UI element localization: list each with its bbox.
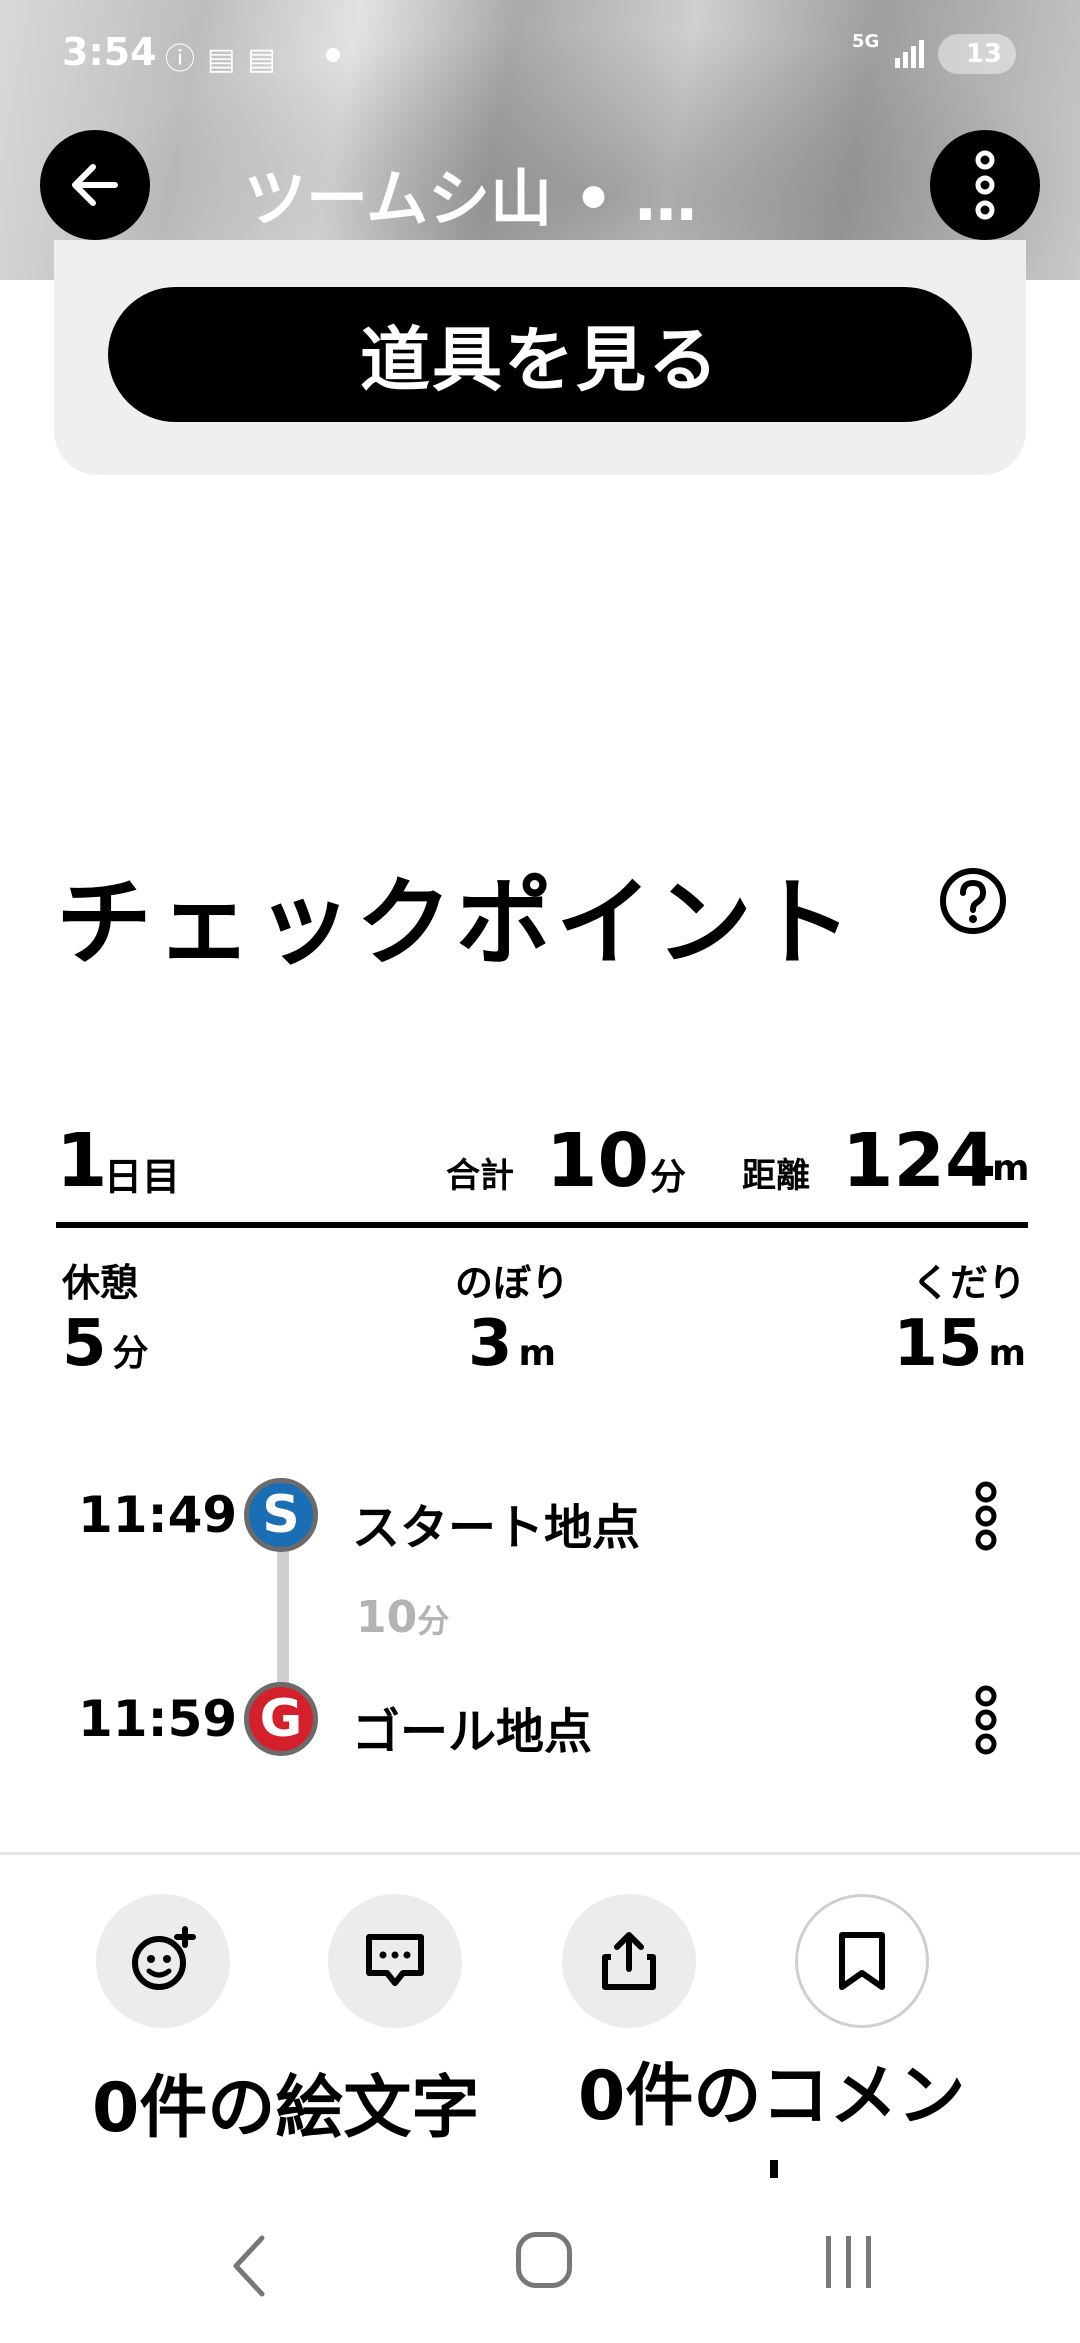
ascent-stat: のぼり 3m — [455, 1252, 569, 1381]
comment-count: 0件のコメン — [578, 2057, 966, 2136]
system-back-icon[interactable] — [220, 2226, 280, 2306]
info-icon: ⓘ — [165, 42, 195, 77]
comment-icon — [366, 1934, 424, 1986]
rest-value: 5 — [62, 1307, 107, 1381]
page-title: ツームシ山 • … — [244, 162, 697, 235]
ascent-unit: m — [518, 1333, 557, 1374]
distance-unit: m — [992, 1148, 1030, 1189]
battery-indicator: 13 — [938, 34, 1016, 74]
signal-icon — [895, 40, 924, 68]
bookmark-button[interactable] — [795, 1894, 929, 2028]
emoji-count: 0件の絵文字 — [92, 2069, 480, 2148]
checkpoint-title: チェックポイント — [56, 867, 856, 979]
ascent-label: のぼり — [455, 1261, 570, 1305]
checkpoint-name: スタート地点 — [352, 1500, 641, 1556]
more-vertical-icon[interactable] — [966, 1676, 1006, 1766]
rest-unit: 分 — [112, 1333, 149, 1374]
total-time-label: 合計 — [446, 1156, 514, 1196]
rest-label: 休憩 — [62, 1261, 139, 1305]
descent-unit: m — [988, 1333, 1026, 1374]
status-time: 3:54 — [62, 30, 157, 74]
descent-label: くだり — [911, 1261, 1026, 1305]
share-icon — [602, 1932, 656, 1990]
segment-duration-unit: 分 — [417, 1602, 450, 1640]
system-recent-apps-icon[interactable] — [822, 2232, 876, 2292]
total-time-value: 10 — [546, 1118, 649, 1204]
total-time-unit: 分 — [650, 1157, 687, 1198]
question-circle-icon[interactable] — [938, 866, 1008, 936]
start-badge-icon: S — [244, 1478, 318, 1552]
more-menu-button[interactable] — [930, 130, 1040, 240]
rest-stat: 休憩 5分 — [62, 1252, 149, 1381]
ascent-value: 3 — [467, 1307, 513, 1381]
descent-value: 15 — [893, 1307, 983, 1381]
checkpoint-name: ゴール地点 — [352, 1704, 593, 1760]
status-bar: 3:54 ⓘ ▤ ▤ 5G 13 — [0, 0, 1080, 110]
summary-divider — [56, 1222, 1028, 1228]
checkpoint-time: 11:49 — [78, 1486, 238, 1544]
checkpoint-row-goal[interactable]: 11:59 G ゴール地点 — [0, 1676, 1080, 1766]
truncated-text-fragment — [770, 2160, 778, 2178]
view-gear-button[interactable]: 道具を見る — [108, 287, 972, 422]
battery-level: 13 — [965, 39, 1002, 69]
share-button[interactable] — [562, 1894, 696, 2028]
distance-value: 124 — [842, 1118, 997, 1204]
checkpoint-time: 11:59 — [78, 1690, 238, 1748]
header-banner: 3:54 ⓘ ▤ ▤ 5G 13 — [0, 0, 1080, 280]
add-emoji-button[interactable] — [96, 1894, 230, 2028]
day-number: 1 — [56, 1118, 108, 1204]
descent-stat: くだり 15 m — [893, 1252, 1026, 1381]
day-unit: 日目 — [104, 1155, 181, 1199]
more-vertical-icon[interactable] — [966, 1472, 1006, 1562]
comment-button[interactable] — [328, 1894, 462, 2028]
add-emoji-icon — [132, 1926, 196, 1990]
back-button[interactable] — [40, 130, 150, 240]
network-label: 5G — [852, 31, 880, 52]
checkpoint-row-start[interactable]: 11:49 S スタート地点 — [0, 1472, 1080, 1562]
segment-duration-value: 10 — [356, 1592, 418, 1643]
more-vertical-icon — [975, 150, 995, 220]
news-icon: ▤ — [207, 42, 236, 77]
notification-dot-icon — [326, 48, 340, 62]
system-nav-bar — [0, 2190, 1080, 2340]
arrow-left-icon — [72, 164, 118, 206]
segment-duration: 10分 — [356, 1592, 449, 1643]
system-home-icon[interactable] — [516, 2232, 572, 2288]
distance-label: 距離 — [742, 1156, 810, 1196]
day-summary: 1 日目 合計 10 分 距離 124 m — [56, 1118, 1030, 1204]
goal-badge-icon: G — [244, 1682, 318, 1756]
status-notification-icons: ⓘ ▤ ▤ — [165, 34, 288, 78]
bookmark-icon — [839, 1932, 885, 1990]
news-icon: ▤ — [247, 42, 276, 77]
